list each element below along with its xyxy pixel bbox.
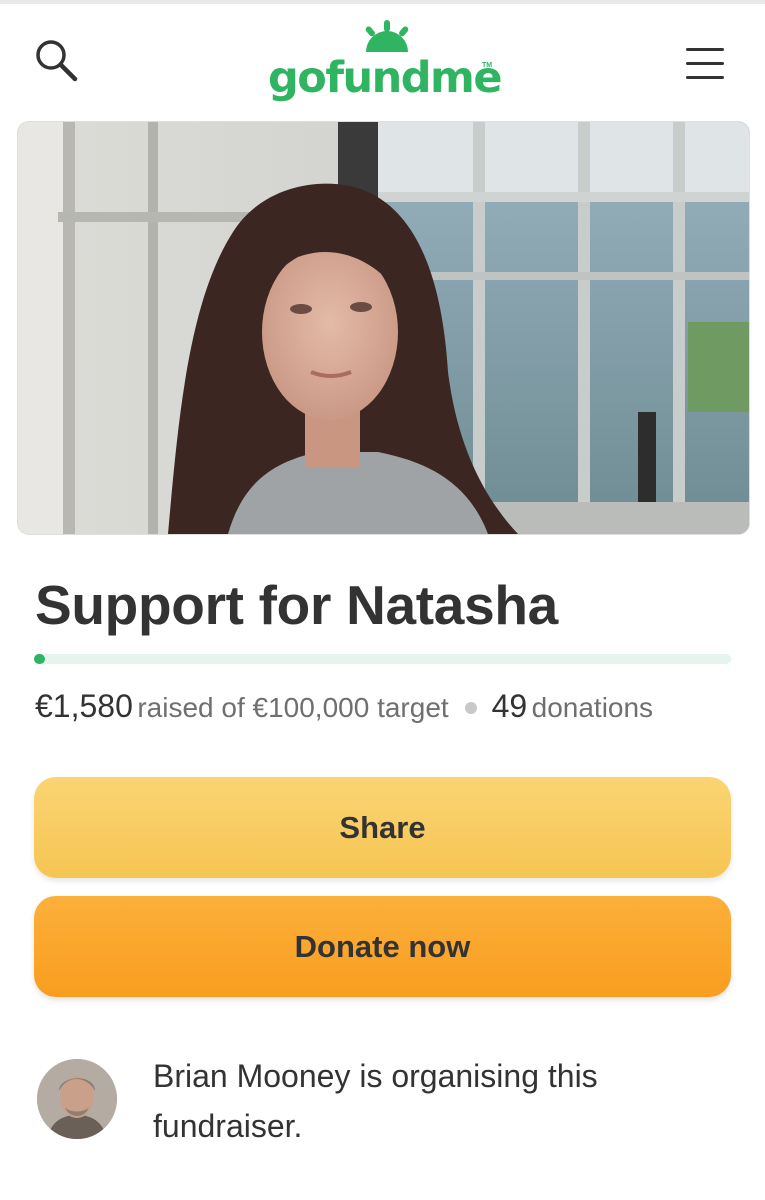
funding-stats: €1,580 raised of €100,000 target 49 dona… xyxy=(35,688,755,732)
organiser-avatar-image xyxy=(37,1059,117,1139)
donate-now-button[interactable]: Donate now xyxy=(34,896,731,997)
campaign-title: Support for Natasha xyxy=(35,574,558,636)
organiser-section: Brian Mooney is organising this fundrais… xyxy=(0,1045,765,1165)
progress-bar xyxy=(34,654,731,664)
progress-fill xyxy=(34,654,45,664)
campaign-photo[interactable] xyxy=(17,121,750,535)
header: gofundme TM xyxy=(0,4,765,114)
share-button[interactable]: Share xyxy=(34,777,731,878)
campaign-photo-image xyxy=(18,122,749,534)
logo-text: gofundme xyxy=(268,53,503,103)
raised-of-target: raised of €100,000 target xyxy=(137,692,449,723)
menu-button[interactable] xyxy=(680,42,730,86)
amount-raised: €1,580 xyxy=(35,688,133,724)
search-button[interactable] xyxy=(30,34,86,90)
logo-trademark: TM xyxy=(482,62,493,69)
search-icon xyxy=(36,40,78,82)
gofundme-logo[interactable]: gofundme TM xyxy=(268,20,503,106)
donations-count: 49 xyxy=(491,688,528,724)
separator-dot xyxy=(465,702,478,714)
organiser-text: Brian Mooney is organising this fundrais… xyxy=(153,1058,598,1144)
organiser-avatar[interactable] xyxy=(37,1059,117,1139)
donations-label: donations xyxy=(531,692,654,723)
menu-icon xyxy=(686,48,724,79)
